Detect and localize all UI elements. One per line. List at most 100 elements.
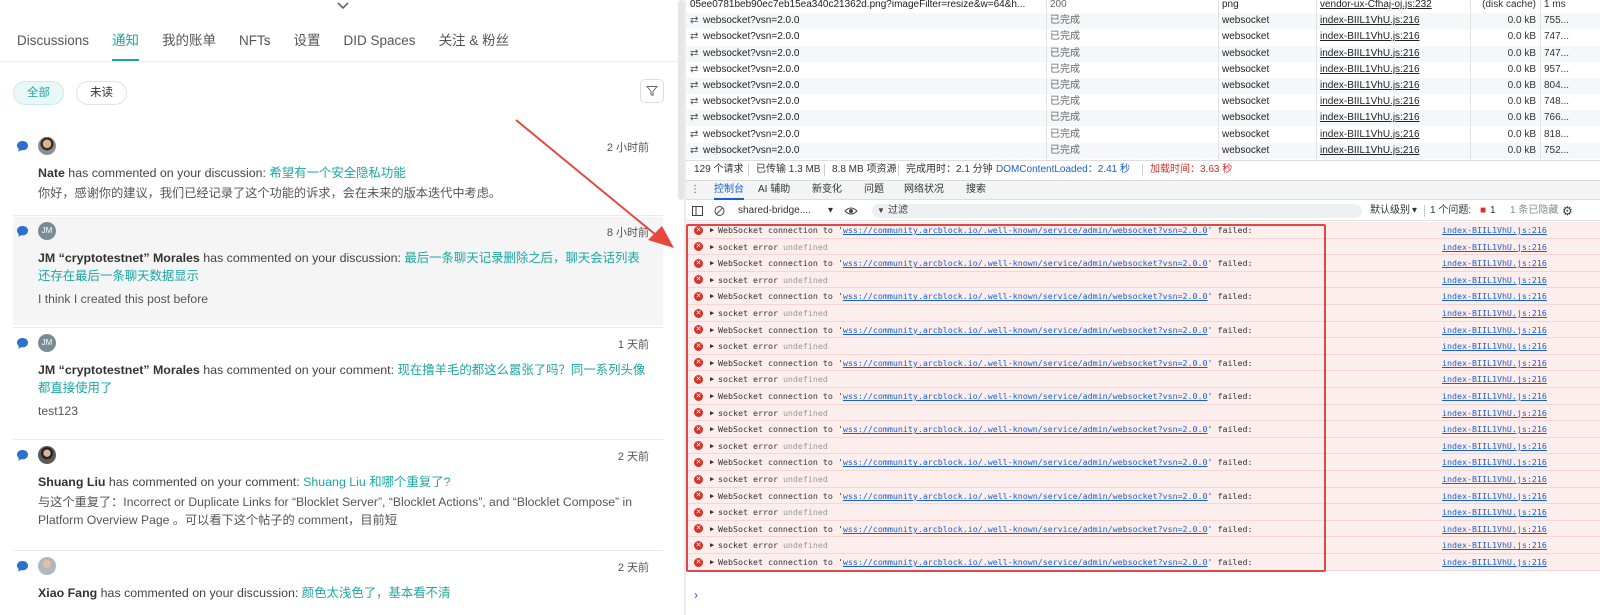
chevron-down-icon[interactable] <box>336 0 350 12</box>
tab-ai-assist[interactable]: AI 辅助 <box>758 181 790 199</box>
avatar[interactable] <box>38 446 56 464</box>
avatar[interactable] <box>38 137 56 155</box>
console-error-websocket[interactable]: ✕ ▶ WebSocket connection to 'wss://communi… <box>686 487 1600 505</box>
tab-4[interactable]: 设置 <box>294 33 321 61</box>
ws-url-link[interactable]: wss://community.arcblock.io/.well-known/… <box>843 258 1208 268</box>
source-link[interactable]: index-BIIL1VhU.js:216 <box>1442 305 1547 321</box>
source-link[interactable]: index-BIIL1VhU.js:216 <box>1442 239 1547 255</box>
ws-url-link[interactable]: wss://community.arcblock.io/.well-known/… <box>843 358 1208 368</box>
expand-triangle-icon[interactable]: ▶ <box>710 255 714 271</box>
console-error-socket[interactable]: ✕ ▶ socket error undefined index-BIIL1VhU.j… <box>686 404 1600 422</box>
source-link[interactable]: index-BIIL1VhU.js:216 <box>1442 255 1547 271</box>
avatar[interactable]: JM <box>38 222 56 240</box>
console-error-socket[interactable]: ✕ ▶ socket error undefined index-BIIL1VhU.j… <box>686 305 1600 322</box>
source-link[interactable]: index-BIIL1VhU.js:216 <box>1442 537 1547 553</box>
source-link[interactable]: index-BIIL1VhU.js:216 <box>1442 322 1547 338</box>
ws-url-link[interactable]: wss://community.arcblock.io/.well-known/… <box>843 391 1208 401</box>
issues-label[interactable]: 1 个问题: <box>1430 201 1471 221</box>
console-error-websocket[interactable]: ✕ ▶ WebSocket connection to 'wss://communi… <box>686 388 1600 405</box>
ws-url-link[interactable]: wss://community.arcblock.io/.well-known/… <box>843 225 1208 235</box>
source-link[interactable]: index-BIIL1VhU.js:216 <box>1442 421 1547 437</box>
cell-initiator[interactable]: index-BIIL1VhU.js:216 <box>1320 94 1470 110</box>
filter-unread-button[interactable]: 未读 <box>76 81 127 105</box>
network-row[interactable]: ⇄ websocket?vsn=2.0.0 已完成 websocket index-BI… <box>686 110 1600 127</box>
console-error-websocket[interactable]: ✕ ▶ WebSocket connection to 'wss://communi… <box>686 288 1600 305</box>
author-name[interactable]: JM “cryptotestnet” Morales <box>38 363 200 377</box>
console-error-websocket[interactable]: ✕ ▶ WebSocket connection to 'wss://communi… <box>686 554 1600 571</box>
network-row[interactable]: ⇄ websocket?vsn=2.0.0 已完成 websocket index-BI… <box>686 62 1600 78</box>
expand-triangle-icon[interactable]: ▶ <box>710 322 714 338</box>
discussion-link[interactable]: 希望有一个安全隐私功能 <box>269 166 405 180</box>
tab-5[interactable]: DID Spaces <box>344 33 416 61</box>
source-link[interactable]: index-BIIL1VhU.js:216 <box>1442 488 1547 504</box>
expand-triangle-icon[interactable]: ▶ <box>710 554 714 570</box>
avatar[interactable] <box>38 557 56 575</box>
cell-initiator[interactable]: index-BIIL1VhU.js:216 <box>1320 110 1470 126</box>
tab-issues[interactable]: 问题 <box>864 181 884 199</box>
ws-url-link[interactable]: wss://community.arcblock.io/.well-known/… <box>843 557 1208 567</box>
source-link[interactable]: index-BIIL1VhU.js:216 <box>1442 338 1547 354</box>
console-error-socket[interactable]: ✕ ▶ socket error undefined index-BIIL1VhU.j… <box>686 437 1600 455</box>
ws-url-link[interactable]: wss://community.arcblock.io/.well-known/… <box>843 491 1208 501</box>
cell-initiator[interactable]: index-BIIL1VhU.js:216 <box>1320 13 1470 29</box>
cell-initiator[interactable]: index-BIIL1VhU.js:216 <box>1320 143 1470 159</box>
console-error-websocket[interactable]: ✕ ▶ WebSocket connection to 'wss://communi… <box>686 222 1600 239</box>
author-name[interactable]: Shuang Liu <box>38 475 105 489</box>
source-link[interactable]: index-BIIL1VhU.js:216 <box>1442 521 1547 537</box>
author-name[interactable]: Xiao Fang <box>38 586 97 600</box>
network-row[interactable]: ⇄ websocket?vsn=2.0.0 已完成 websocket index-BI… <box>686 29 1600 45</box>
console-error-socket[interactable]: ✕ ▶ socket error undefined index-BIIL1VhU.j… <box>686 504 1600 521</box>
tab-6[interactable]: 关注 & 粉丝 <box>439 33 510 61</box>
console-filter-input[interactable]: ▼ 过滤 <box>872 204 1362 218</box>
tab-2[interactable]: 我的账单 <box>162 33 216 61</box>
source-link[interactable]: index-BIIL1VhU.js:216 <box>1442 371 1547 387</box>
console-error-socket[interactable]: ✕ ▶ socket error undefined index-BIIL1VhU.j… <box>686 338 1600 355</box>
context-dropdown-icon[interactable]: ▾ <box>828 201 833 221</box>
cell-initiator[interactable]: vendor-ux-Cfhaj-oj.js:232 <box>1320 0 1470 13</box>
source-link[interactable]: index-BIIL1VhU.js:216 <box>1442 471 1547 487</box>
console-error-websocket[interactable]: ✕ ▶ WebSocket connection to 'wss://communi… <box>686 255 1600 272</box>
issue-badge-icon[interactable]: ■ <box>1480 201 1486 221</box>
console-error-websocket[interactable]: ✕ ▶ WebSocket connection to 'wss://communi… <box>686 354 1600 372</box>
ws-url-link[interactable]: wss://community.arcblock.io/.well-known/… <box>843 291 1208 301</box>
discussion-link[interactable]: Shuang Liu 和哪个重复了? <box>303 475 450 489</box>
expand-triangle-icon[interactable]: ▶ <box>710 222 714 238</box>
expand-triangle-icon[interactable]: ▶ <box>710 355 714 371</box>
discussion-link[interactable]: 颜色太浅色了，基本看不清 <box>302 586 451 600</box>
expand-triangle-icon[interactable]: ▶ <box>710 338 714 354</box>
expand-triangle-icon[interactable]: ▶ <box>710 438 714 454</box>
source-link[interactable]: index-BIIL1VhU.js:216 <box>1442 222 1547 238</box>
expand-triangle-icon[interactable]: ▶ <box>710 239 714 255</box>
avatar[interactable]: JM <box>38 334 56 352</box>
filter-all-button[interactable]: 全部 <box>13 81 64 105</box>
log-levels-dropdown[interactable]: 默认级别 <box>1370 201 1410 221</box>
expand-triangle-icon[interactable]: ▶ <box>710 537 714 553</box>
ws-url-link[interactable]: wss://community.arcblock.io/.well-known/… <box>843 325 1208 335</box>
cell-initiator[interactable]: index-BIIL1VhU.js:216 <box>1320 29 1470 45</box>
tab-1[interactable]: 通知 <box>112 33 140 61</box>
source-link[interactable]: index-BIIL1VhU.js:216 <box>1442 388 1547 404</box>
expand-triangle-icon[interactable]: ▶ <box>710 471 714 487</box>
expand-triangle-icon[interactable]: ▶ <box>710 288 714 304</box>
expand-triangle-icon[interactable]: ▶ <box>710 488 714 504</box>
console-error-websocket[interactable]: ✕ ▶ WebSocket connection to 'wss://communi… <box>686 454 1600 471</box>
expand-triangle-icon[interactable]: ▶ <box>710 405 714 421</box>
source-link[interactable]: index-BIIL1VhU.js:216 <box>1442 504 1547 520</box>
tab-3[interactable]: NFTs <box>239 33 271 61</box>
tab-whats-new[interactable]: 新变化 <box>812 181 842 199</box>
expand-triangle-icon[interactable]: ▶ <box>710 388 714 404</box>
source-link[interactable]: index-BIIL1VhU.js:216 <box>1442 438 1547 454</box>
cell-initiator[interactable]: index-BIIL1VhU.js:216 <box>1320 78 1470 94</box>
console-prompt[interactable]: › <box>694 588 698 602</box>
author-name[interactable]: JM “cryptotestnet” Morales <box>38 251 200 265</box>
network-row[interactable]: ⇄ websocket?vsn=2.0.0 已完成 websocket index-BI… <box>686 45 1600 62</box>
ws-url-link[interactable]: wss://community.arcblock.io/.well-known/… <box>843 457 1208 467</box>
expand-triangle-icon[interactable]: ▶ <box>710 504 714 520</box>
tab-network-conditions[interactable]: 网络状况 <box>904 181 944 199</box>
drawer-menu-icon[interactable]: ⋮ <box>690 181 700 199</box>
settings-gear-icon[interactable]: ⚙ <box>1562 201 1573 221</box>
cell-initiator[interactable]: index-BIIL1VhU.js:216 <box>1320 46 1470 62</box>
network-row[interactable]: ⇄ websocket?vsn=2.0.0 已完成 websocket index-BI… <box>686 78 1600 94</box>
filter-icon[interactable] <box>640 79 664 103</box>
ws-url-link[interactable]: wss://community.arcblock.io/.well-known/… <box>843 424 1208 434</box>
